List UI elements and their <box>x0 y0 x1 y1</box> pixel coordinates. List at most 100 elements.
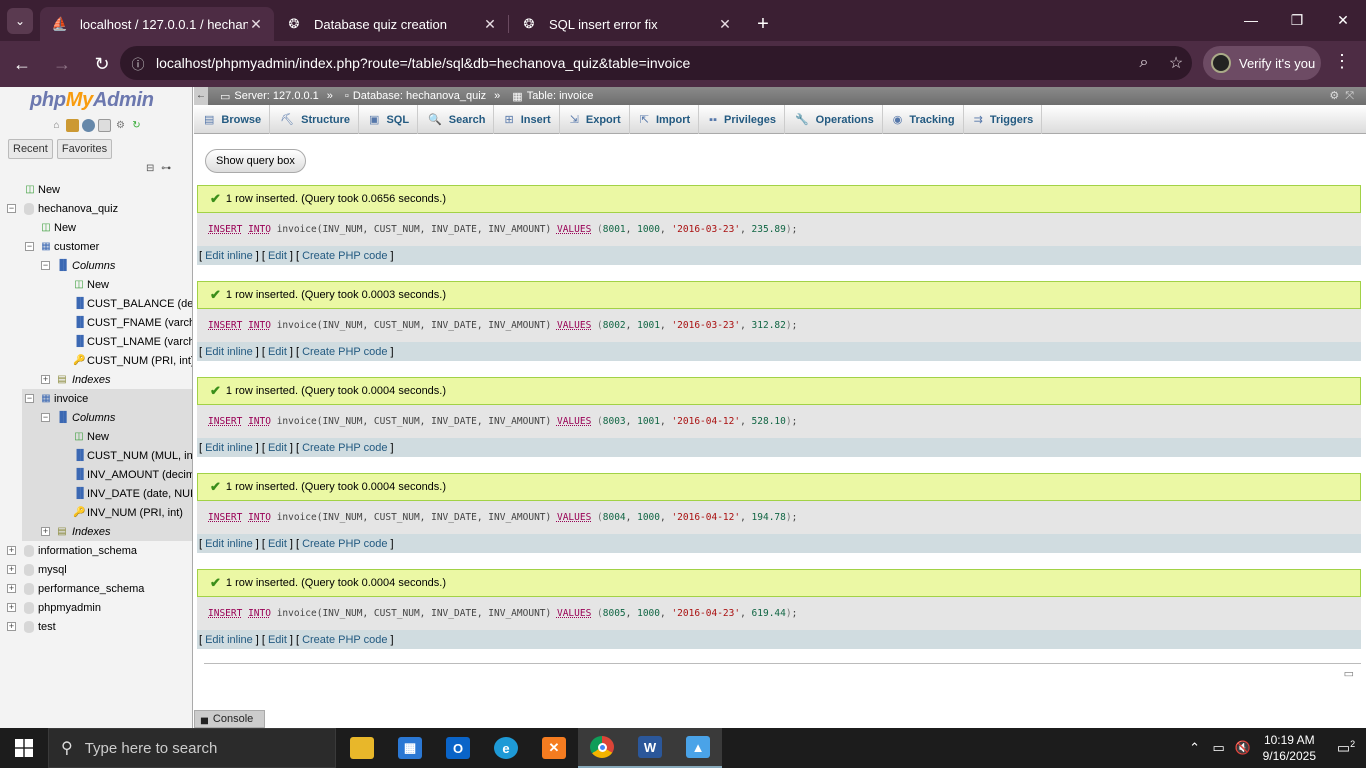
edit-inline-link[interactable]: Edit inline <box>205 250 253 262</box>
tree-item[interactable]: ◫ New <box>0 275 192 294</box>
sql-docs-icon[interactable] <box>98 119 111 132</box>
notifications-icon[interactable]: ▭2 <box>1326 739 1366 757</box>
tree-item[interactable]: + performance_schema <box>0 579 192 598</box>
close-icon[interactable]: ✕ <box>482 16 498 33</box>
expand-icon[interactable]: + <box>7 565 16 574</box>
edit-link[interactable]: Edit <box>268 346 287 358</box>
collapse-icon[interactable]: − <box>41 261 50 270</box>
edge-icon[interactable]: e <box>482 728 530 768</box>
forward-button[interactable]: → <box>44 46 80 82</box>
tab-triggers[interactable]: ⇉ Triggers <box>964 105 1043 134</box>
tree-item[interactable]: ◫ New <box>22 427 192 446</box>
tree-item[interactable]: ▐▌ CUST_BALANCE (dec <box>0 294 192 313</box>
exit-icon[interactable] <box>66 119 79 132</box>
edit-inline-link[interactable]: Edit inline <box>205 346 253 358</box>
outlook-icon[interactable]: O <box>434 728 482 768</box>
expand-icon[interactable]: + <box>7 622 16 631</box>
volume-muted-icon[interactable]: 🔇 <box>1231 740 1255 756</box>
edit-inline-link[interactable]: Edit inline <box>205 538 253 550</box>
close-icon[interactable]: ✕ <box>717 16 733 33</box>
create-php-code-link[interactable]: Create PHP code <box>302 634 387 646</box>
tab-search[interactable]: 🔍 Search <box>418 105 495 134</box>
start-button[interactable] <box>0 728 48 768</box>
xampp-icon[interactable]: ✕ <box>530 728 578 768</box>
tree-item[interactable]: 🔑 INV_NUM (PRI, int) <box>22 503 192 522</box>
bookmark-star-icon[interactable]: ☆ <box>1160 53 1192 73</box>
edit-link[interactable]: Edit <box>268 442 287 454</box>
collapse-all-icon[interactable]: ⊟ ⊶ <box>146 163 173 174</box>
tree-item[interactable]: − hechanova_quiz <box>0 199 192 218</box>
site-info-icon[interactable]: ⓘ <box>120 54 156 73</box>
edit-inline-link[interactable]: Edit inline <box>205 442 253 454</box>
tab-search-button[interactable]: ⌄ <box>0 0 40 41</box>
tab-browse[interactable]: ▤ Browse <box>194 105 271 134</box>
edit-link[interactable]: Edit <box>268 538 287 550</box>
tab-operations[interactable]: 🔧 Operations <box>785 105 883 134</box>
tab-sql-insert-error[interactable]: ❂ SQL insert error fix ✕ <box>509 7 743 41</box>
clock[interactable]: 10:19 AM 9/16/2025 <box>1263 732 1316 764</box>
expand-icon[interactable]: + <box>41 527 50 536</box>
phpmyadmin-logo[interactable]: phpMyAdmin <box>30 89 154 112</box>
collapse-icon[interactable]: − <box>7 204 16 213</box>
browser-menu-icon[interactable]: ⋮ <box>1330 51 1354 72</box>
collapse-icon[interactable]: − <box>25 242 34 251</box>
tree-item[interactable]: − ▐▌ Columns <box>22 408 192 427</box>
collapse-icon[interactable]: − <box>25 394 34 403</box>
page-settings-icon[interactable]: ⚙⤧ <box>1329 89 1360 103</box>
file-explorer-icon[interactable] <box>338 728 386 768</box>
close-window-icon[interactable]: ✕ <box>1320 0 1366 40</box>
tab-phpmyadmin[interactable]: ⛵ localhost / 127.0.0.1 / hechanova ✕ <box>40 7 274 41</box>
tab-export[interactable]: ⇲ Export <box>560 105 630 134</box>
chrome-icon[interactable] <box>578 728 626 768</box>
tree-item[interactable]: ▐▌ INV_AMOUNT (decim <box>22 465 192 484</box>
tree-item[interactable]: 🔑 CUST_NUM (PRI, int) <box>0 351 192 370</box>
photos-icon[interactable]: ▲ <box>674 728 722 768</box>
breadcrumb-server[interactable]: ▭ Server: 127.0.0.1 <box>220 90 319 103</box>
docs-icon[interactable] <box>82 119 95 132</box>
favorites-button[interactable]: Favorites <box>56 139 113 159</box>
tree-item[interactable]: − ▦ invoice <box>22 389 192 408</box>
console-toggle[interactable]: ▅ Console <box>194 710 266 728</box>
tab-sql[interactable]: ▣ SQL <box>359 105 419 134</box>
edit-inline-link[interactable]: Edit inline <box>205 634 253 646</box>
url-bar[interactable]: ⓘ localhost/phpmyadmin/index.php?route=/… <box>120 46 1192 80</box>
word-icon[interactable]: W <box>626 728 674 768</box>
close-icon[interactable]: ✕ <box>248 16 264 33</box>
back-button[interactable]: ← <box>4 46 40 82</box>
restore-icon[interactable]: ❐ <box>1274 0 1320 40</box>
tree-item[interactable]: ▐▌ INV_DATE (date, NUL <box>22 484 192 503</box>
tree-item[interactable]: − ▦ customer <box>0 237 192 256</box>
microsoft-store-icon[interactable]: ▦ <box>386 728 434 768</box>
tree-item[interactable]: + mysql <box>0 560 192 579</box>
tab-insert[interactable]: ⊞ Insert <box>494 105 560 134</box>
collapse-nav-icon[interactable]: ← <box>194 87 208 105</box>
tab-tracking[interactable]: ◉ Tracking <box>883 105 964 134</box>
page-bookmark-icon[interactable]: ▭ <box>1344 667 1354 680</box>
home-icon[interactable]: ⌂ <box>50 119 63 132</box>
recent-button[interactable]: Recent <box>8 139 53 159</box>
tree-item[interactable]: + information_schema <box>0 541 192 560</box>
expand-icon[interactable]: + <box>7 584 16 593</box>
tab-privileges[interactable]: ▪▪ Privileges <box>699 105 785 134</box>
zoom-icon[interactable]: ⌕ <box>1128 54 1160 72</box>
tree-item[interactable]: ▐▌ CUST_FNAME (varch <box>0 313 192 332</box>
tab-import[interactable]: ⇱ Import <box>630 105 700 134</box>
profile-verify-button[interactable]: Verify it's you <box>1203 46 1321 80</box>
create-php-code-link[interactable]: Create PHP code <box>302 250 387 262</box>
tree-item[interactable]: + ▤ Indexes <box>22 522 192 541</box>
reload-nav-icon[interactable]: ↻ <box>130 119 143 132</box>
create-php-code-link[interactable]: Create PHP code <box>302 442 387 454</box>
taskbar-search-box[interactable]: ⚲ Type here to search <box>48 728 336 768</box>
new-tab-button[interactable]: + <box>743 7 783 41</box>
edit-link[interactable]: Edit <box>268 250 287 262</box>
chevron-up-icon[interactable]: ⌃ <box>1183 740 1207 756</box>
tree-item[interactable]: ◫ New <box>0 180 192 199</box>
tab-database-quiz[interactable]: ❂ Database quiz creation ✕ <box>274 7 508 41</box>
network-icon[interactable]: ▭ <box>1207 740 1231 756</box>
tab-structure[interactable]: ⛏ Structure <box>270 105 360 134</box>
tree-item[interactable]: − ▐▌ Columns <box>0 256 192 275</box>
breadcrumb-table[interactable]: ▦ Table: invoice <box>512 90 593 103</box>
settings-icon[interactable]: ⚙ <box>114 119 127 132</box>
reload-button[interactable]: ↻ <box>84 46 120 82</box>
show-query-box-button[interactable]: Show query box <box>205 149 306 173</box>
